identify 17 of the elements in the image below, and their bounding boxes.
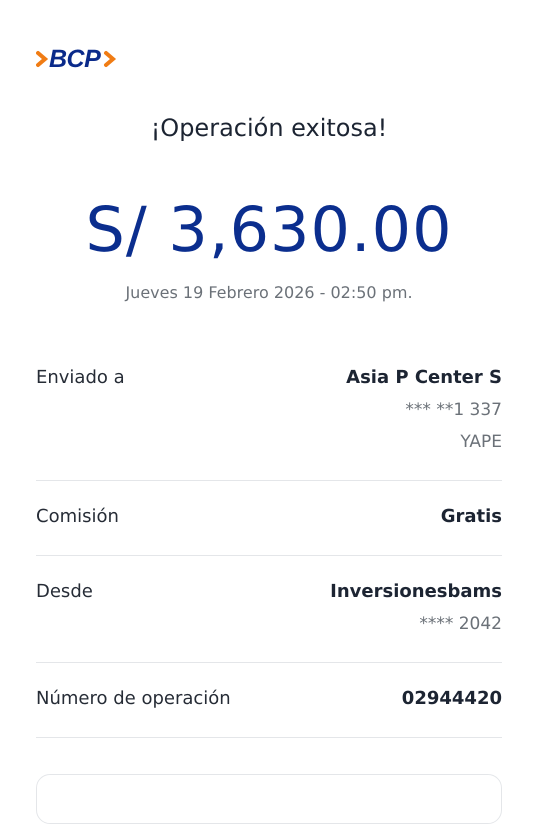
detail-value: Asia P Center S xyxy=(346,366,502,390)
detail-label: Número de operación xyxy=(36,687,231,711)
detail-label: Desde xyxy=(36,580,93,604)
detail-value: Gratis xyxy=(440,505,502,529)
detail-label: Enviado a xyxy=(36,366,125,390)
success-title: ¡Operación exitosa! xyxy=(150,113,388,144)
date-time: Jueves 19 Febrero 2026 - 02:50 pm. xyxy=(124,282,414,304)
detail-subvalue: YAPE xyxy=(460,431,502,454)
bank-logo: BCP xyxy=(49,44,100,74)
detail-subvalue: **** 2042 xyxy=(419,613,502,636)
detail-subvalue: *** **1 337 xyxy=(405,399,502,422)
detail-value: Inversionesbams xyxy=(330,580,502,604)
detail-value: 02944420 xyxy=(402,687,502,711)
chevron-icon xyxy=(36,50,48,68)
amount: S/ 3,630.00 xyxy=(84,192,454,268)
chevron-icon xyxy=(101,50,118,68)
detail-label: Comisión xyxy=(36,505,119,529)
